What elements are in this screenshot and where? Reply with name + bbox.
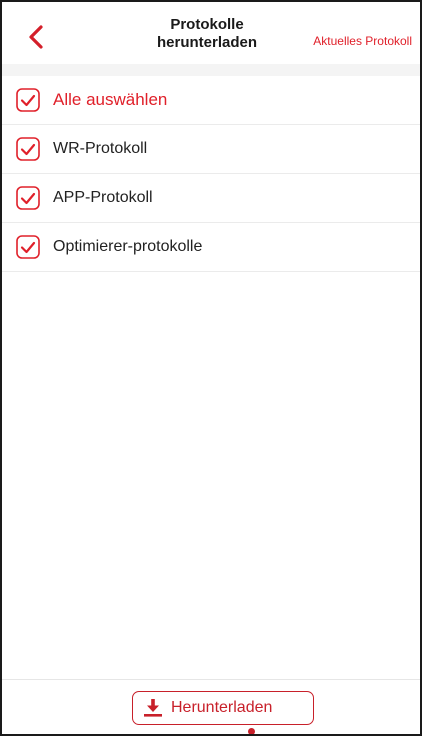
checkbox-checked-icon[interactable] xyxy=(16,235,40,259)
select-all-label: Alle auswählen xyxy=(53,90,168,109)
download-button[interactable]: Herunterladen xyxy=(132,691,314,725)
list-item-optimizer-log[interactable]: Optimierer-protokolle xyxy=(2,223,420,272)
checkbox-checked-icon[interactable] xyxy=(16,186,40,210)
checkbox-checked-icon[interactable] xyxy=(16,137,40,161)
log-selection-list: Alle auswählen WR-Protokoll APP-Protokol… xyxy=(2,76,420,272)
list-item-label: Optimierer-protokolle xyxy=(53,238,203,255)
section-spacer xyxy=(2,64,420,76)
list-item-app-log[interactable]: APP-Protokoll xyxy=(2,174,420,223)
page-title: Protokolle herunterladen xyxy=(102,16,312,52)
navigation-bar: Protokolle herunterladen Aktuelles Proto… xyxy=(2,2,420,64)
download-icon xyxy=(144,699,162,717)
back-button[interactable] xyxy=(22,22,52,52)
list-item-label: WR-Protokoll xyxy=(53,140,148,157)
app-screen: Protokolle herunterladen Aktuelles Proto… xyxy=(0,0,422,736)
drag-handle-dot xyxy=(248,728,255,734)
chevron-left-icon xyxy=(29,25,43,49)
download-label: Herunterladen xyxy=(171,699,273,716)
footer-bar: Herunterladen xyxy=(2,679,420,734)
page-title-line2: herunterladen xyxy=(156,34,258,51)
page-title-line1: Protokolle xyxy=(170,16,244,33)
list-item-label: APP-Protokoll xyxy=(53,189,153,206)
list-item-wr-log[interactable]: WR-Protokoll xyxy=(2,125,420,174)
current-log-link[interactable]: Aktuelles Protokoll xyxy=(313,34,412,48)
select-all-row[interactable]: Alle auswählen xyxy=(2,76,420,125)
checkbox-checked-icon[interactable] xyxy=(16,88,40,112)
